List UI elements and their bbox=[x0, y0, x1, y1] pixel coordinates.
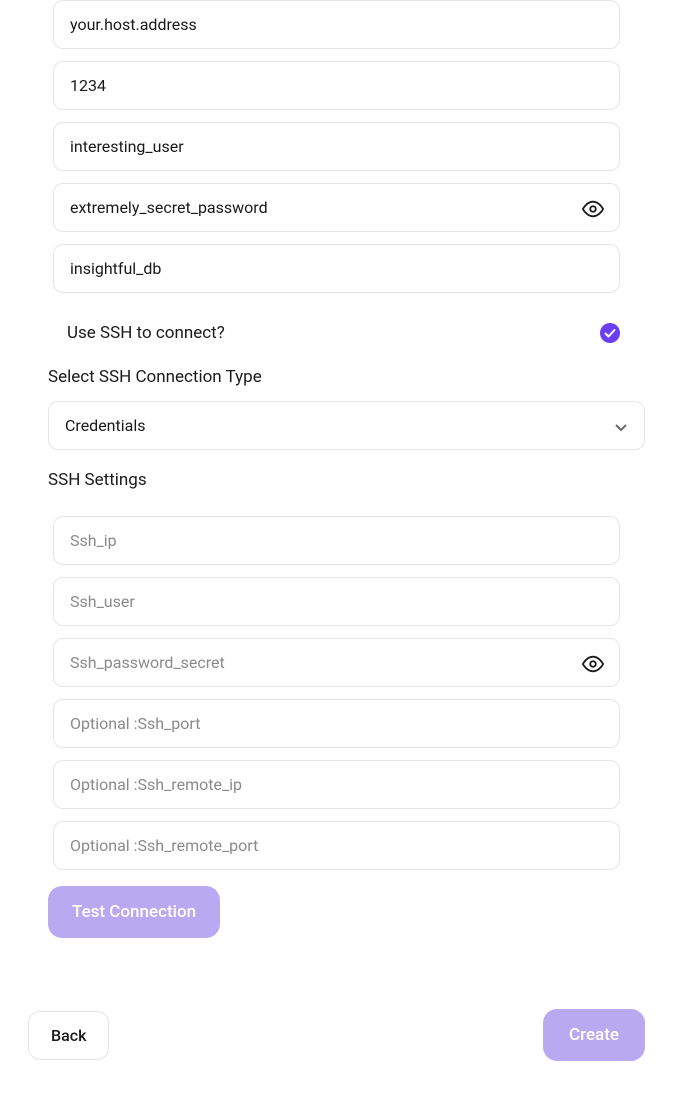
test-connection-button[interactable]: Test Connection bbox=[48, 886, 220, 938]
eye-icon[interactable] bbox=[582, 198, 604, 220]
user-field[interactable] bbox=[53, 122, 620, 171]
eye-icon[interactable] bbox=[582, 653, 604, 675]
password-field[interactable] bbox=[53, 183, 620, 232]
port-field[interactable] bbox=[53, 61, 620, 110]
ssh-type-select[interactable]: Credentials bbox=[48, 401, 645, 450]
back-button[interactable]: Back bbox=[28, 1011, 109, 1060]
ssh-ip-field[interactable] bbox=[53, 516, 620, 565]
ssh-user-field[interactable] bbox=[53, 577, 620, 626]
ssh-port-field[interactable] bbox=[53, 699, 620, 748]
ssh-remote-port-field[interactable] bbox=[53, 821, 620, 870]
database-field[interactable] bbox=[53, 244, 620, 293]
ssh-password-field[interactable] bbox=[53, 638, 620, 687]
ssh-settings-label: SSH Settings bbox=[48, 470, 645, 490]
ssh-toggle-label: Use SSH to connect? bbox=[67, 323, 225, 343]
ssh-remote-ip-field[interactable] bbox=[53, 760, 620, 809]
check-circle-icon[interactable] bbox=[600, 323, 620, 343]
create-button[interactable]: Create bbox=[543, 1009, 645, 1061]
ssh-type-label: Select SSH Connection Type bbox=[48, 367, 645, 387]
host-field[interactable] bbox=[53, 0, 620, 49]
